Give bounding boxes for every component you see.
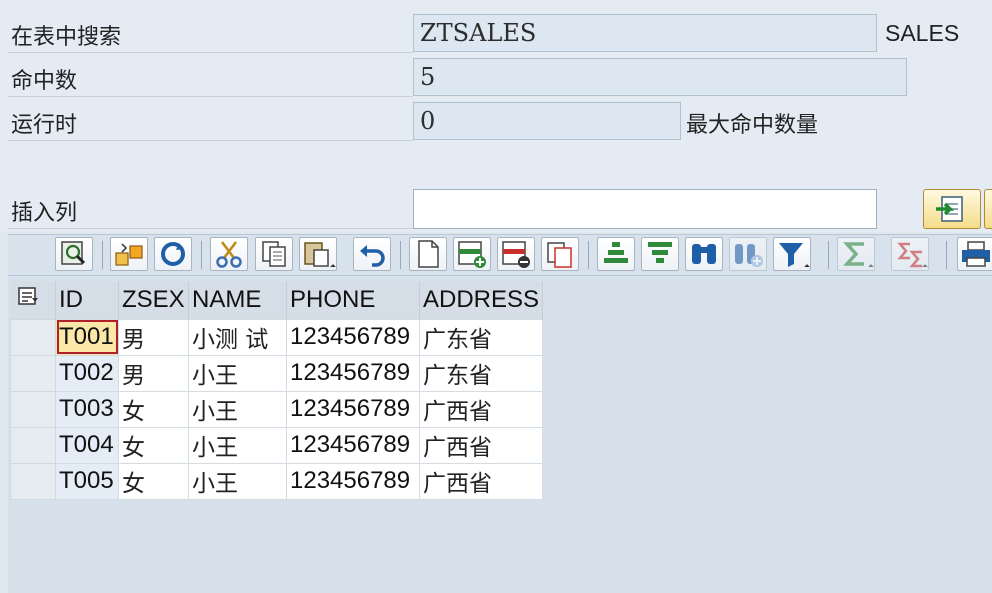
cell-name[interactable]: 小测 试 (188, 318, 287, 356)
insert-row-button[interactable] (453, 237, 491, 271)
insert-row-icon (458, 241, 486, 268)
cell-id[interactable]: T001 (55, 318, 119, 356)
undo-button[interactable] (353, 237, 391, 271)
results-grid: ID ZSEX NAME PHONE ADDRESS T001 男 小测 试 1… (10, 281, 544, 500)
table-row[interactable]: T001 男 小测 试 123456789 广东省 (10, 318, 544, 356)
refresh-button[interactable] (154, 237, 192, 271)
hits-label: 命中数 (11, 69, 78, 94)
sort-descending-icon (648, 242, 672, 263)
row-selector[interactable] (10, 390, 56, 428)
details-button[interactable] (55, 237, 93, 271)
cell-name[interactable]: 小王 (188, 354, 287, 392)
insert-column-label: 插入列 (11, 201, 78, 226)
row-selector[interactable] (10, 426, 56, 464)
sum-button[interactable] (837, 237, 875, 271)
insert-column-field[interactable] (413, 189, 877, 229)
row-selector[interactable] (10, 354, 56, 392)
sort-ascending-button[interactable] (597, 237, 635, 271)
table-row[interactable]: T002 男 小王 123456789 广东省 (10, 354, 544, 392)
selection-form: 在表中搜索 ZTSALES SALES 命中数 5 运行时 0 最大命中数量 插… (0, 0, 992, 232)
append-row-icon (418, 240, 439, 268)
subtotal-icon (115, 243, 143, 266)
execute-button[interactable] (923, 189, 981, 229)
cut-button[interactable] (210, 237, 248, 271)
cell-id[interactable]: T003 (55, 390, 119, 428)
runtime-field[interactable]: 0 (413, 102, 681, 140)
cell-address[interactable]: 广东省 (418, 318, 544, 356)
find-next-button[interactable] (729, 237, 767, 271)
divider (8, 140, 413, 141)
select-all-button[interactable] (10, 281, 56, 319)
cut-icon (216, 241, 242, 268)
copy-button[interactable] (255, 237, 293, 271)
cell-zsex[interactable]: 女 (118, 426, 189, 464)
cell-id[interactable]: T005 (55, 462, 119, 500)
cell-address[interactable]: 广西省 (418, 462, 544, 500)
max-hits-label: 最大命中数量 (686, 113, 819, 138)
divider (8, 96, 413, 97)
cell-zsex[interactable]: 女 (118, 462, 189, 500)
cell-phone[interactable]: 123456789 (286, 426, 420, 464)
subtotal-button[interactable] (110, 237, 148, 271)
grid-toolbar (8, 234, 992, 276)
hits-count-field[interactable]: 5 (413, 58, 907, 96)
duplicate-row-button[interactable] (541, 237, 579, 271)
column-header-zsex[interactable]: ZSEX (118, 281, 189, 319)
table-row[interactable]: T005 女 小王 123456789 广西省 (10, 462, 544, 500)
copy-icon (262, 241, 286, 267)
cell-zsex[interactable]: 男 (118, 354, 189, 392)
cell-id[interactable]: T002 (55, 354, 119, 392)
cell-name[interactable]: 小王 (188, 462, 287, 500)
cell-id[interactable]: T004 (55, 426, 119, 464)
table-row[interactable]: T003 女 小王 123456789 广西省 (10, 390, 544, 428)
cell-zsex[interactable]: 男 (118, 318, 189, 356)
cell-name[interactable]: 小王 (188, 426, 287, 464)
layout-menu-icon (17, 287, 38, 305)
sort-descending-button[interactable] (641, 237, 679, 271)
refresh-icon (161, 242, 185, 266)
cell-phone[interactable]: 123456789 (286, 462, 420, 500)
cell-zsex[interactable]: 女 (118, 390, 189, 428)
subtotals-button[interactable] (891, 237, 929, 271)
find-icon (692, 244, 716, 264)
print-button[interactable] (957, 237, 992, 271)
row-selector[interactable] (10, 462, 56, 500)
paste-button[interactable] (299, 237, 337, 271)
column-header-phone[interactable]: PHONE (286, 281, 420, 319)
search-table-label: 在表中搜索 (11, 25, 122, 50)
delete-row-button[interactable] (497, 237, 535, 271)
runtime-label: 运行时 (11, 113, 78, 138)
table-row[interactable]: T004 女 小王 123456789 广西省 (10, 426, 544, 464)
delete-row-icon (502, 241, 530, 268)
cell-phone[interactable]: 123456789 (286, 390, 420, 428)
details-icon (61, 241, 86, 265)
divider (8, 52, 413, 53)
divider (8, 228, 413, 229)
filter-button[interactable] (773, 237, 811, 271)
cell-address[interactable]: 广东省 (418, 354, 544, 392)
column-header-id[interactable]: ID (55, 281, 119, 319)
table-description: SALES (885, 20, 960, 46)
find-next-icon (735, 244, 763, 267)
cell-phone[interactable]: 123456789 (286, 318, 420, 356)
cell-name[interactable]: 小王 (188, 390, 287, 428)
sort-ascending-icon (604, 242, 628, 263)
row-selector[interactable] (10, 318, 56, 356)
print-icon (962, 241, 990, 267)
execute-more-button[interactable] (984, 189, 992, 229)
cell-phone[interactable]: 123456789 (286, 354, 420, 392)
append-row-button[interactable] (409, 237, 447, 271)
search-table-field[interactable]: ZTSALES (413, 14, 877, 52)
cell-address[interactable]: 广西省 (418, 426, 544, 464)
undo-icon (360, 245, 385, 267)
cell-address[interactable]: 广西省 (418, 390, 544, 428)
execute-icon (936, 196, 963, 222)
column-header-name[interactable]: NAME (188, 281, 287, 319)
duplicate-row-icon (547, 242, 572, 268)
find-button[interactable] (685, 237, 723, 271)
column-header-address[interactable]: ADDRESS (419, 281, 544, 319)
